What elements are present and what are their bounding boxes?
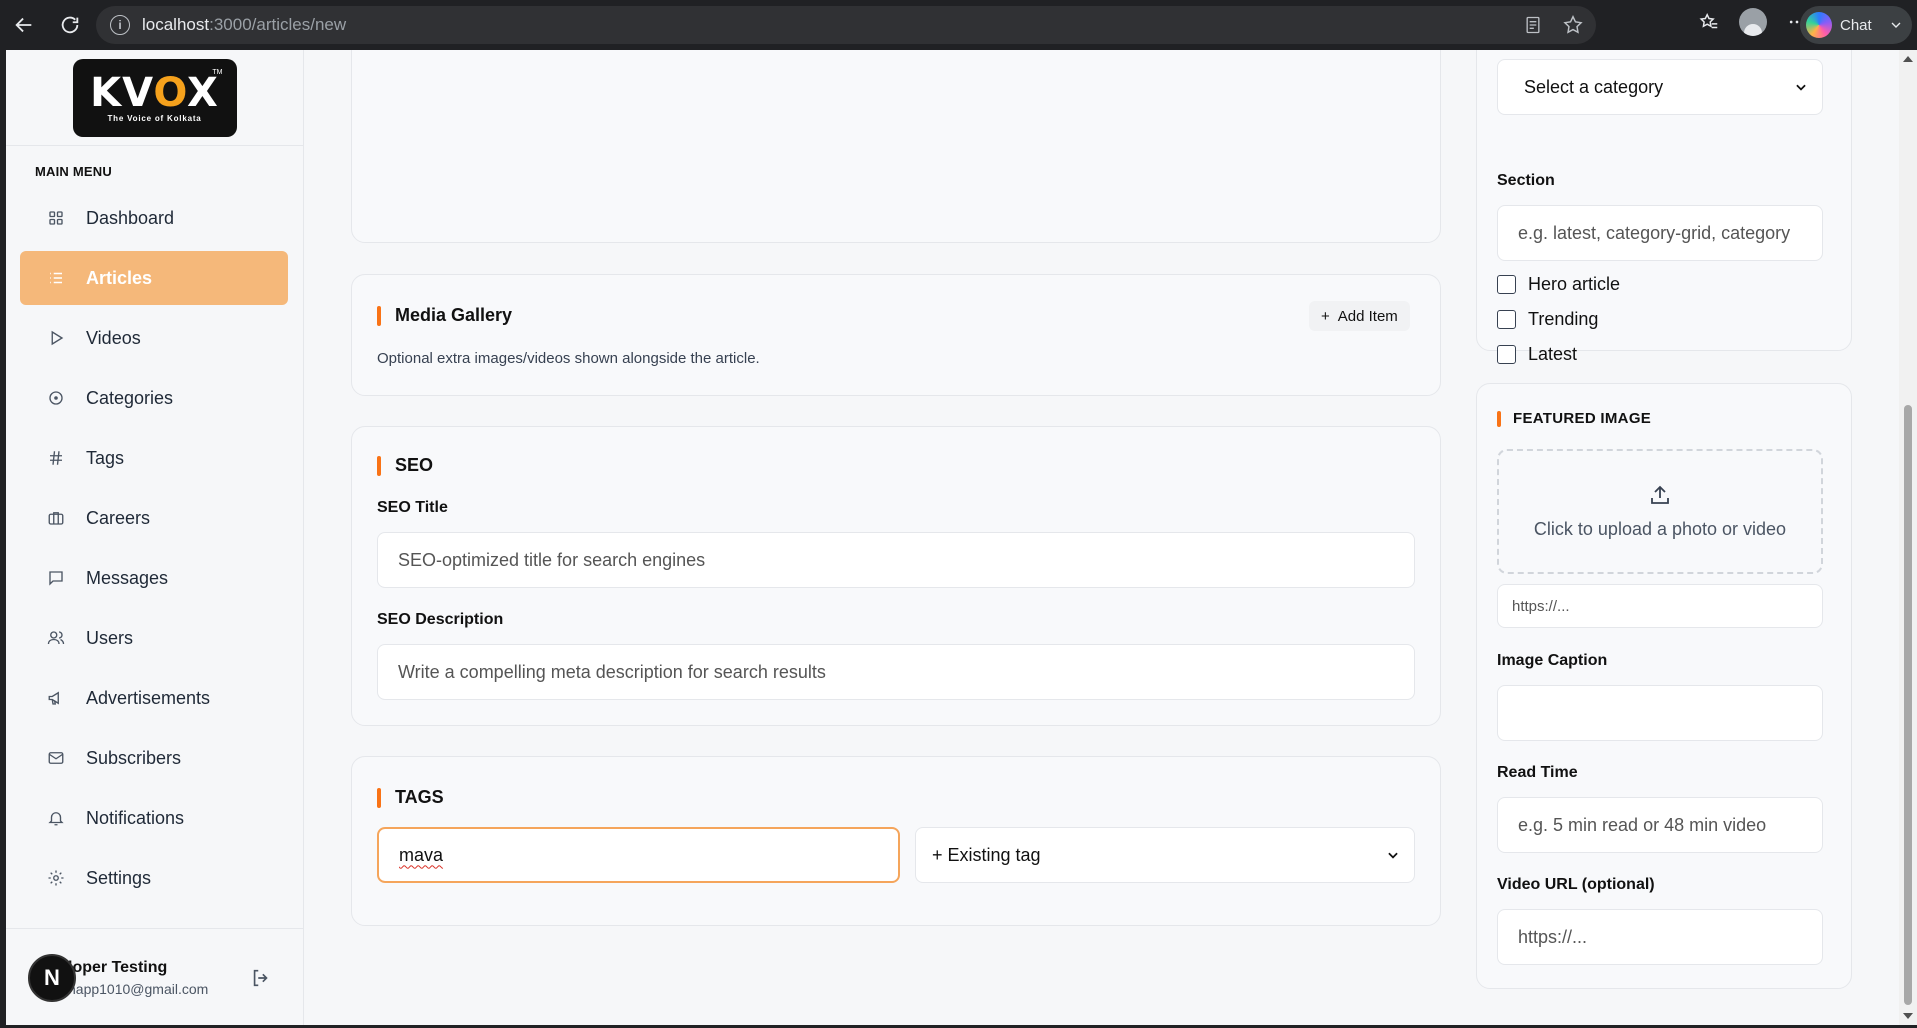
chat-button[interactable]: Chat <box>1800 6 1912 44</box>
media-gallery-hint: Optional extra images/videos shown along… <box>377 350 760 367</box>
chevron-down-icon <box>1388 852 1398 859</box>
checkbox[interactable] <box>1497 310 1516 329</box>
back-arrow-icon[interactable] <box>4 5 44 45</box>
existing-tag-select[interactable]: + Existing tag <box>915 827 1415 883</box>
sidebar-item-categories[interactable]: Categories <box>20 371 288 425</box>
sidebar-item-dashboard[interactable]: Dashboard <box>20 191 288 245</box>
sidebar-item-messages[interactable]: Messages <box>20 551 288 605</box>
browser-toolbar: i localhost:3000/articles/new Chat <box>0 0 1917 50</box>
scroll-down-icon[interactable] <box>1903 1013 1913 1019</box>
sidebar-item-subscribers[interactable]: Subscribers <box>20 731 288 785</box>
grid-icon <box>46 208 66 228</box>
megaphone-icon <box>46 688 66 708</box>
sidebar-item-articles[interactable]: Articles <box>20 251 288 305</box>
seo-card: SEO SEO Title SEO-optimized title for se… <box>351 426 1441 726</box>
featured-image-title: FEATURED IMAGE <box>1497 410 1651 427</box>
star-icon[interactable] <box>1562 14 1584 36</box>
reader-mode-icon[interactable] <box>1522 14 1544 36</box>
user-name: loper Testing <box>68 959 168 976</box>
bell-icon <box>46 808 66 828</box>
tags-title: TAGS <box>377 787 444 808</box>
logo-tagline: The Voice of Kolkata <box>107 113 202 123</box>
tag-input[interactable]: mava <box>377 827 900 883</box>
sidebar-item-careers[interactable]: Careers <box>20 491 288 545</box>
seo-title-label: SEO Title <box>377 499 448 516</box>
seo-description-input[interactable]: Write a compelling meta description for … <box>377 644 1415 700</box>
video-url-label: Video URL (optional) <box>1497 876 1655 893</box>
sidebar-item-advertisements[interactable]: Advertisements <box>20 671 288 725</box>
user-profile: N loper Testing napp1010@gmail.com <box>6 928 304 1025</box>
latest-checkbox[interactable]: Latest <box>1497 344 1577 365</box>
publish-options-card: Select a category Section e.g. latest, c… <box>1476 50 1852 364</box>
checkbox[interactable] <box>1497 275 1516 294</box>
read-time-input[interactable]: e.g. 5 min read or 48 min video <box>1497 797 1823 853</box>
add-item-button[interactable]: + Add Item <box>1309 301 1410 331</box>
media-gallery-card: Media Gallery + Add Item Optional extra i… <box>351 274 1441 396</box>
hero-article-checkbox[interactable]: Hero article <box>1497 274 1620 295</box>
image-caption-label: Image Caption <box>1497 652 1608 669</box>
scrollbar-thumb[interactable] <box>1904 405 1912 1005</box>
main-menu: Dashboard Articles Videos Categories Tag… <box>6 191 303 905</box>
sidebar-item-settings[interactable]: Settings <box>20 851 288 905</box>
page-scrollbar[interactable] <box>1899 50 1917 1025</box>
url-path: :3000/articles/new <box>209 15 347 34</box>
sidebar-item-notifications[interactable]: Notifications <box>20 791 288 845</box>
category-select[interactable]: Select a category <box>1497 59 1823 115</box>
sidebar-item-tags[interactable]: Tags <box>20 431 288 485</box>
plus-icon: + <box>1321 307 1330 325</box>
logout-icon[interactable] <box>250 967 272 989</box>
reload-icon[interactable] <box>50 5 90 45</box>
video-url-input[interactable]: https://... <box>1497 909 1823 965</box>
copilot-icon <box>1806 12 1832 38</box>
scroll-up-icon[interactable] <box>1903 56 1913 62</box>
play-icon <box>46 328 66 348</box>
seo-description-label: SEO Description <box>377 611 504 628</box>
url-host: localhost <box>142 15 210 34</box>
tags-card: TAGS mava + Existing tag <box>351 756 1441 926</box>
mail-icon <box>46 748 66 768</box>
menu-title: MAIN MENU <box>35 164 112 179</box>
users-icon <box>46 628 66 648</box>
sidebar-item-videos[interactable]: Videos <box>20 311 288 365</box>
seo-title: SEO <box>377 455 433 476</box>
address-bar[interactable]: i localhost:3000/articles/new <box>96 6 1596 44</box>
read-time-label: Read Time <box>1497 764 1578 781</box>
chevron-down-icon <box>1796 84 1806 91</box>
media-gallery-title: Media Gallery <box>377 305 512 326</box>
sidebar: KVOX TM The Voice of Kolkata MAIN MENU D… <box>6 50 304 1025</box>
message-icon <box>46 568 66 588</box>
kvox-logo[interactable]: KVOX TM The Voice of Kolkata <box>72 58 237 137</box>
chat-label: Chat <box>1840 16 1872 34</box>
logo-area: KVOX TM The Voice of Kolkata <box>6 50 303 146</box>
hash-icon <box>46 448 66 468</box>
checkbox[interactable] <box>1497 345 1516 364</box>
user-email: napp1010@gmail.com <box>68 981 209 997</box>
upload-dropzone[interactable]: Click to upload a photo or video <box>1497 449 1823 574</box>
chevron-down-icon <box>1891 22 1901 28</box>
seo-title-input[interactable]: SEO-optimized title for search engines <box>377 532 1415 588</box>
trending-checkbox[interactable]: Trending <box>1497 309 1598 330</box>
upload-icon <box>1651 485 1669 504</box>
briefcase-icon <box>46 508 66 528</box>
avatar[interactable]: N <box>28 954 76 1002</box>
page: KVOX TM The Voice of Kolkata MAIN MENU D… <box>6 50 1899 1025</box>
info-icon[interactable]: i <box>110 15 130 35</box>
featured-image-card: FEATURED IMAGE Click to upload a photo o… <box>1476 383 1852 989</box>
gear-icon <box>46 868 66 888</box>
image-caption-input[interactable] <box>1497 685 1823 741</box>
image-url-input[interactable]: https://... <box>1497 584 1823 628</box>
circle-dot-icon <box>46 388 66 408</box>
content-editor-card <box>351 50 1441 243</box>
favorites-icon[interactable] <box>1695 8 1723 36</box>
list-icon <box>46 268 66 288</box>
sidebar-item-users[interactable]: Users <box>20 611 288 665</box>
section-input[interactable]: e.g. latest, category-grid, category <box>1497 205 1823 261</box>
profile-avatar-icon[interactable] <box>1739 8 1767 36</box>
section-label: Section <box>1497 172 1555 189</box>
